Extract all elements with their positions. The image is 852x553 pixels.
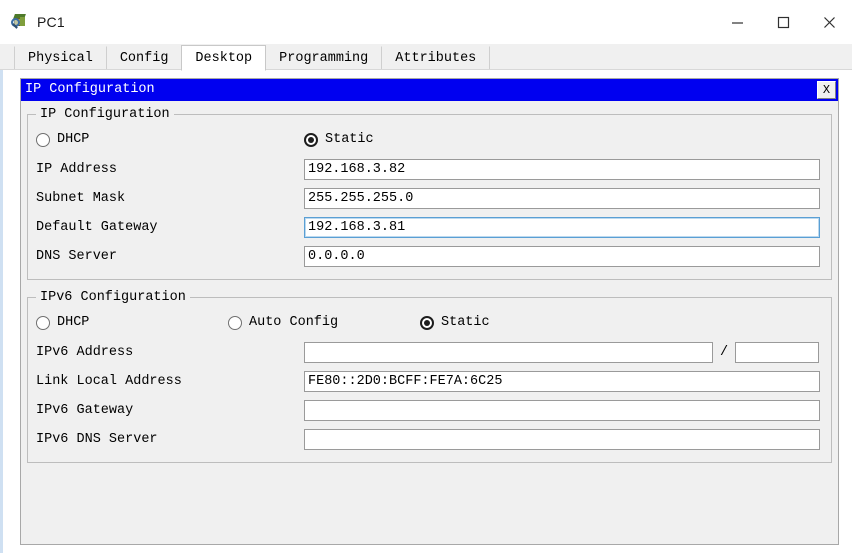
- minimize-icon: [731, 21, 743, 24]
- ipv6-static-radio[interactable]: Static: [420, 315, 490, 330]
- tab-attributes[interactable]: Attributes: [381, 46, 491, 70]
- window-title-group: PC1: [0, 13, 65, 31]
- tab-physical[interactable]: Physical: [14, 46, 107, 70]
- tab-programming[interactable]: Programming: [265, 46, 383, 70]
- ipv4-group-legend: IP Configuration: [40, 107, 170, 122]
- device-tabs: Physical Config Desktop Programming Attr…: [0, 44, 852, 71]
- tab-desktop[interactable]: Desktop: [181, 45, 267, 71]
- ipv6-configuration-group: IPv6 Configuration DHCP Auto Config Stat…: [27, 290, 832, 463]
- ipv4-static-label: Static: [325, 132, 374, 147]
- ip-address-label: IP Address: [36, 162, 118, 177]
- ip-address-input[interactable]: [304, 159, 820, 180]
- ipv6-gateway-input[interactable]: [304, 400, 820, 421]
- link-local-address-label: Link Local Address: [36, 374, 182, 389]
- radio-circle-icon: [36, 132, 50, 147]
- ipv6-dhcp-radio[interactable]: DHCP: [36, 315, 228, 330]
- ipv6-address-input[interactable]: [304, 342, 713, 363]
- dns-server-label: DNS Server: [36, 249, 118, 264]
- close-button[interactable]: [806, 0, 852, 44]
- pc-device-window: PC1 Physical Config Desktop Programming …: [0, 0, 852, 553]
- ip-configuration-window: IP Configuration X IP Configuration DHCP: [20, 78, 839, 545]
- minimize-button[interactable]: [714, 0, 760, 44]
- desktop-panel: IP Configuration X IP Configuration DHCP: [0, 70, 852, 553]
- maximize-icon: [777, 16, 789, 28]
- ip-configuration-title: IP Configuration: [25, 82, 155, 97]
- window-title: PC1: [37, 14, 65, 30]
- ipv6-address-label: IPv6 Address: [36, 345, 134, 360]
- subnet-mask-row: Subnet Mask: [36, 184, 823, 213]
- ipv4-configuration-group: IP Configuration DHCP Static IP Address …: [27, 107, 832, 280]
- ipv6-auto-config-radio[interactable]: Auto Config: [228, 315, 420, 330]
- ipv6-gateway-label: IPv6 Gateway: [36, 403, 134, 418]
- dns-server-input[interactable]: [304, 246, 820, 267]
- ipv6-dns-server-input[interactable]: [304, 429, 820, 450]
- default-gateway-label: Default Gateway: [36, 220, 158, 235]
- ipv6-address-row: IPv6 Address /: [36, 338, 823, 367]
- ipv4-static-radio[interactable]: Static: [304, 132, 374, 147]
- radio-circle-icon: [36, 315, 50, 330]
- subnet-mask-label: Subnet Mask: [36, 191, 126, 206]
- radio-circle-icon: [228, 315, 242, 330]
- ipv4-dhcp-label: DHCP: [57, 132, 90, 147]
- ipv6-gateway-row: IPv6 Gateway: [36, 396, 823, 425]
- link-local-address-row: Link Local Address: [36, 367, 823, 396]
- ipv6-prefix-separator: /: [719, 345, 729, 360]
- close-icon: [823, 16, 835, 28]
- ipv6-dhcp-label: DHCP: [57, 315, 90, 330]
- tab-config[interactable]: Config: [105, 46, 183, 70]
- ipv6-dns-server-row: IPv6 DNS Server: [36, 425, 823, 454]
- ipv6-prefix-length-input[interactable]: [735, 342, 819, 363]
- ipv6-mode-row: DHCP Auto Config Static: [36, 307, 823, 338]
- radio-circle-filled-icon: [420, 315, 434, 330]
- ipv6-static-label: Static: [441, 315, 490, 330]
- subnet-mask-input[interactable]: [304, 188, 820, 209]
- ipv4-dhcp-radio[interactable]: DHCP: [36, 132, 304, 147]
- ipv4-mode-row: DHCP Static: [36, 124, 823, 155]
- ip-configuration-close-button[interactable]: X: [817, 81, 836, 99]
- ipv6-dns-server-label: IPv6 DNS Server: [36, 432, 158, 447]
- ip-address-row: IP Address: [36, 155, 823, 184]
- ipv6-group-legend: IPv6 Configuration: [40, 290, 186, 305]
- link-local-address-input[interactable]: [304, 371, 820, 392]
- ip-configuration-titlebar: IP Configuration X: [21, 79, 838, 101]
- window-controls: [714, 0, 852, 44]
- ip-configuration-body: IP Configuration DHCP Static IP Address …: [21, 101, 838, 463]
- packet-tracer-pc-icon: [11, 13, 29, 31]
- maximize-button[interactable]: [760, 0, 806, 44]
- default-gateway-row: Default Gateway: [36, 213, 823, 242]
- radio-circle-filled-icon: [304, 132, 318, 147]
- default-gateway-input[interactable]: [304, 217, 820, 238]
- ipv6-auto-config-label: Auto Config: [249, 315, 339, 330]
- dns-server-row: DNS Server: [36, 242, 823, 271]
- window-titlebar: PC1: [0, 0, 852, 44]
